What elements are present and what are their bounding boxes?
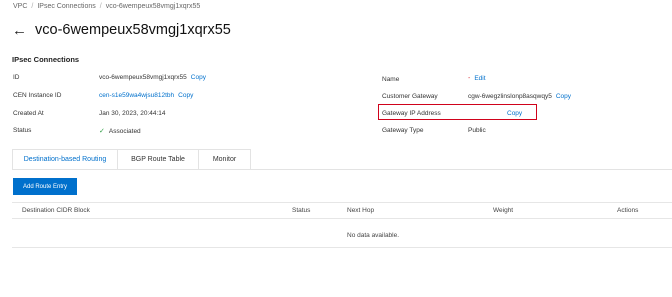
- customer-gateway-field: cgw-6wegzlinslonp8asqwqy5 Copy: [468, 93, 571, 100]
- name-field: - Edit: [468, 75, 486, 82]
- section-title: IPsec Connections: [12, 55, 80, 64]
- edit-name-button[interactable]: Edit: [474, 75, 485, 82]
- breadcrumb-current: vco-6wempeux58vmgj1xqrx55: [105, 3, 201, 10]
- id-value: vco-6wempeux58vmgj1xqrx55: [99, 74, 187, 81]
- gateway-type-value: Public: [468, 127, 486, 134]
- name-label: Name: [382, 76, 400, 83]
- page-title: vco-6wempeux58vmgj1xqrx55: [35, 22, 231, 38]
- tab-monitor[interactable]: Monitor: [199, 149, 251, 169]
- table-header-divider: [12, 218, 672, 219]
- column-weight: Weight: [493, 207, 514, 214]
- status-value: Associated: [108, 127, 141, 135]
- table-top-divider: [12, 202, 672, 203]
- gateway-type-label: Gateway Type: [382, 127, 424, 134]
- copy-cen-button[interactable]: Copy: [178, 92, 193, 99]
- breadcrumb-separator: /: [99, 3, 102, 10]
- customer-gateway-label: Customer Gateway: [382, 93, 438, 100]
- column-destination-cidr: Destination CIDR Block: [22, 207, 90, 214]
- customer-gateway-value: cgw-6wegzlinslonp8asqwqy5: [468, 93, 552, 100]
- tab-bgp-route-table[interactable]: BGP Route Table: [118, 149, 199, 169]
- breadcrumb-separator: /: [31, 3, 34, 10]
- breadcrumb-ipsec-connections[interactable]: IPsec Connections: [37, 3, 95, 10]
- created-label: Created At: [13, 110, 44, 117]
- copy-gateway-ip-button[interactable]: Copy: [507, 110, 522, 117]
- created-value: Jan 30, 2023, 20:44:14: [99, 110, 166, 117]
- back-arrow-icon[interactable]: ←: [12, 23, 27, 38]
- id-label: ID: [13, 74, 20, 81]
- cen-field: cen-s1e59wa4wjsu812tbh Copy: [99, 92, 193, 99]
- page-header: ← vco-6wempeux58vmgj1xqrx55: [12, 22, 231, 38]
- breadcrumb: VPC / IPsec Connections / vco-6wempeux58…: [13, 3, 200, 10]
- table-bottom-divider: [12, 247, 672, 248]
- id-field: vco-6wempeux58vmgj1xqrx55 Copy: [99, 74, 206, 81]
- add-route-entry-button[interactable]: Add Route Entry: [13, 178, 77, 195]
- column-actions: Actions: [617, 207, 639, 214]
- copy-customer-gateway-button[interactable]: Copy: [556, 93, 571, 100]
- copy-id-button[interactable]: Copy: [191, 74, 206, 81]
- tab-bar: Destination-based Routing BGP Route Tabl…: [12, 149, 672, 170]
- cen-instance-link[interactable]: cen-s1e59wa4wjsu812tbh: [99, 92, 174, 99]
- breadcrumb-vpc[interactable]: VPC: [13, 3, 27, 10]
- cen-label: CEN Instance ID: [13, 92, 62, 99]
- column-status: Status: [292, 207, 311, 214]
- name-value: -: [468, 75, 471, 82]
- gateway-ip-label: Gateway IP Address: [382, 110, 441, 117]
- empty-table-message: No data available.: [347, 232, 400, 239]
- status-label: Status: [13, 127, 32, 134]
- check-icon: ✓: [99, 128, 105, 135]
- tab-destination-based-routing[interactable]: Destination-based Routing: [12, 149, 118, 169]
- status-field: ✓ Associated: [99, 127, 141, 136]
- gateway-ip-field: Copy: [507, 110, 522, 117]
- column-next-hop: Next Hop: [347, 207, 375, 214]
